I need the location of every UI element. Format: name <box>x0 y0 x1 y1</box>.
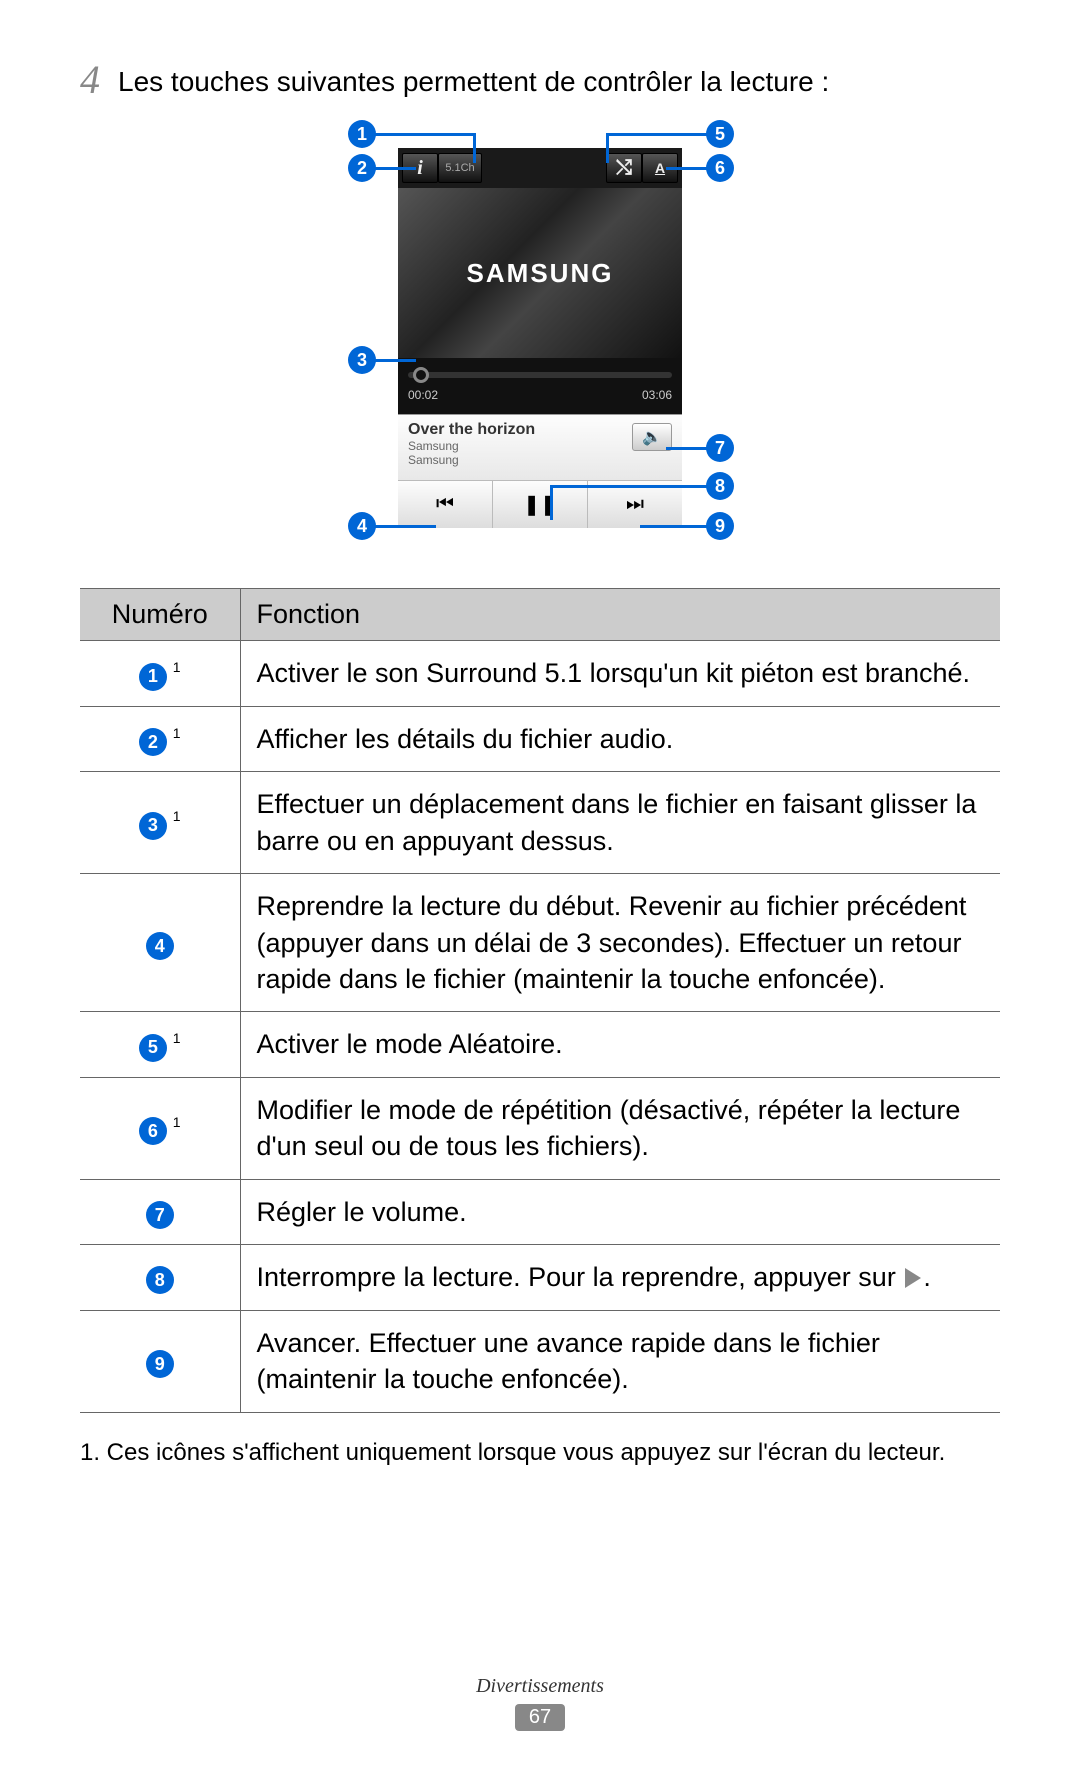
album-brand: SAMSUNG <box>467 258 614 289</box>
progress-area: 00:02 03:06 <box>398 358 682 414</box>
row-badge: 7 <box>146 1201 174 1229</box>
track-info: Over the horizon Samsung Samsung 🔈 <box>398 414 682 480</box>
function-table: Numéro Fonction 1 1 Activer le son Surro… <box>80 588 1000 1412</box>
table-row: 6 1 Modifier le mode de répétition (désa… <box>80 1077 1000 1179</box>
row-sup: 1 <box>169 1030 181 1046</box>
prev-icon: ⏮ <box>398 481 493 528</box>
play-icon <box>905 1268 921 1288</box>
row-badge: 5 <box>139 1034 167 1062</box>
callout-badge-4: 4 <box>348 512 376 540</box>
row-sup: 1 <box>169 725 181 741</box>
callout-badge-1: 1 <box>348 120 376 148</box>
row-func: Activer le mode Aléatoire. <box>240 1012 1000 1077</box>
footnote: 1. Ces icônes s'affichent uniquement lor… <box>80 1437 1000 1468</box>
table-row: 1 1 Activer le son Surround 5.1 lorsqu'u… <box>80 641 1000 706</box>
step-text: Les touches suivantes permettent de cont… <box>118 60 1000 100</box>
table-row: 9 Avancer. Effectuer une avance rapide d… <box>80 1310 1000 1412</box>
album-art: SAMSUNG <box>398 188 682 358</box>
row-badge: 2 <box>139 728 167 756</box>
row-func: Activer le son Surround 5.1 lorsqu'un ki… <box>240 641 1000 706</box>
callout-badge-3: 3 <box>348 346 376 374</box>
callout-badge-9: 9 <box>706 512 734 540</box>
step-number: 4 <box>80 60 100 100</box>
header-fonction: Fonction <box>240 589 1000 641</box>
callout-badge-2: 2 <box>348 154 376 182</box>
shuffle-icon: ⤭ <box>606 153 642 183</box>
progress-handle <box>413 367 429 383</box>
row-badge: 4 <box>146 932 174 960</box>
row-sup: 1 <box>169 1114 181 1130</box>
row-func: Régler le volume. <box>240 1179 1000 1244</box>
row-func: Interrompre la lecture. Pour la reprendr… <box>240 1245 1000 1310</box>
progress-track <box>408 372 672 378</box>
row-badge: 9 <box>146 1350 174 1378</box>
callout-figure: 1 2 3 4 5 6 7 8 9 i 5.1Ch ⤭ A <box>80 120 1000 560</box>
track-title: Over the horizon <box>408 421 535 439</box>
pause-icon: ❚❚ <box>493 481 588 528</box>
phone-screenshot: i 5.1Ch ⤭ A SAMSUNG 00:02 03:06 <box>398 148 682 548</box>
callout-badge-7: 7 <box>706 434 734 462</box>
row-func: Avancer. Effectuer une avance rapide dan… <box>240 1310 1000 1412</box>
table-row: 5 1 Activer le mode Aléatoire. <box>80 1012 1000 1077</box>
callout-badge-6: 6 <box>706 154 734 182</box>
row-badge: 1 <box>139 663 167 691</box>
track-artist: Samsung <box>408 439 535 453</box>
row-badge: 6 <box>139 1117 167 1145</box>
page-number: 67 <box>515 1704 565 1731</box>
table-row: 2 1 Afficher les détails du fichier audi… <box>80 706 1000 771</box>
player-top-bar: i 5.1Ch ⤭ A <box>398 148 682 188</box>
table-row: 8 Interrompre la lecture. Pour la repren… <box>80 1245 1000 1310</box>
row-sup: 1 <box>169 808 181 824</box>
time-elapsed: 00:02 <box>408 388 438 402</box>
time-total: 03:06 <box>642 388 672 402</box>
track-album: Samsung <box>408 453 535 467</box>
row-func: Afficher les détails du fichier audio. <box>240 706 1000 771</box>
table-row: 4 Reprendre la lecture du début. Revenir… <box>80 874 1000 1012</box>
step-4: 4 Les touches suivantes permettent de co… <box>80 60 1000 100</box>
footer-category: Divertissements <box>0 1675 1080 1698</box>
page-footer: Divertissements 67 <box>0 1675 1080 1731</box>
row-func: Reprendre la lecture du début. Revenir a… <box>240 874 1000 1012</box>
row-badge: 3 <box>139 812 167 840</box>
row-sup: 1 <box>169 659 181 675</box>
next-icon: ⏭ <box>588 481 682 528</box>
row-badge: 8 <box>146 1266 174 1294</box>
row-func: Modifier le mode de répétition (désactiv… <box>240 1077 1000 1179</box>
row-func: Effectuer un déplacement dans le fichier… <box>240 772 1000 874</box>
header-numero: Numéro <box>80 589 240 641</box>
table-row: 7 Régler le volume. <box>80 1179 1000 1244</box>
table-header-row: Numéro Fonction <box>80 589 1000 641</box>
callout-badge-8: 8 <box>706 472 734 500</box>
callout-badge-5: 5 <box>706 120 734 148</box>
table-row: 3 1 Effectuer un déplacement dans le fic… <box>80 772 1000 874</box>
